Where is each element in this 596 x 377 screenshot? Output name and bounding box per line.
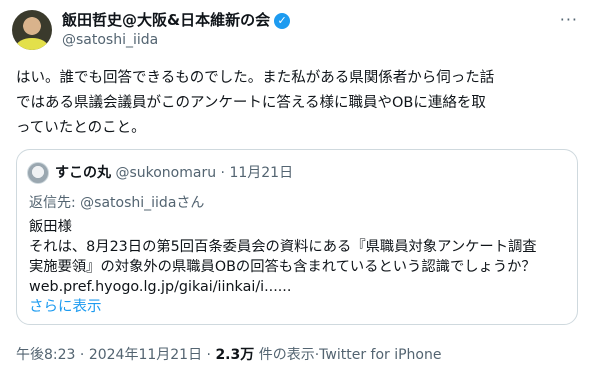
views-count: 2.3万 [215, 347, 255, 363]
tweet-footer: 午後8:23 · 2024年11月21日 · 2.3万 件の表示·Twitter… [16, 344, 442, 364]
quoted-author-name[interactable]: すこの丸 [55, 165, 111, 181]
footer-separator-2: · [202, 347, 216, 363]
quoted-body: 飯田様 それは、8月23日の第5回百条委員会の資料にある『県職員対象アンケート調… [29, 219, 537, 295]
author-avatar[interactable] [12, 10, 52, 50]
author-display-name[interactable]: 飯田哲史@大阪&日本維新の会 [62, 11, 270, 30]
reply-mention[interactable]: @satoshi_iidaさん [80, 195, 204, 211]
quoted-author-avatar[interactable] [27, 162, 49, 184]
source-link[interactable]: Twitter for iPhone [319, 347, 441, 363]
show-more-link[interactable]: さらに表示 [29, 295, 102, 316]
tweet-text: はい。誰でも回答できるものでした。また私がある県関係者から伺った話 ではある県議… [16, 70, 495, 136]
author-name-row: 飯田哲史@大阪&日本維新の会 ✓ [62, 11, 291, 30]
quoted-author-handle[interactable]: @sukonomaru [115, 165, 216, 181]
quoted-reply-to: 返信先: @satoshi_iidaさん [29, 192, 204, 212]
views-suffix: 件の表示· [254, 347, 320, 363]
more-options-icon[interactable]: ··· [560, 10, 578, 29]
quoted-header: すこの丸 @sukonomaru · 11月21日 [55, 163, 293, 183]
verified-badge-icon[interactable]: ✓ [274, 12, 291, 29]
tweet-date[interactable]: 2024年11月21日 [89, 347, 202, 363]
quoted-tweet[interactable]: すこの丸 @sukonomaru · 11月21日 返信先: @satoshi_… [16, 149, 578, 325]
quoted-separator: · [216, 165, 230, 181]
author-handle[interactable]: @satoshi_iida [62, 32, 158, 48]
quoted-date[interactable]: 11月21日 [229, 165, 293, 181]
reply-prefix: 返信先: [29, 195, 81, 211]
tweet-time[interactable]: 午後8:23 [16, 347, 75, 363]
footer-separator: · [75, 347, 89, 363]
